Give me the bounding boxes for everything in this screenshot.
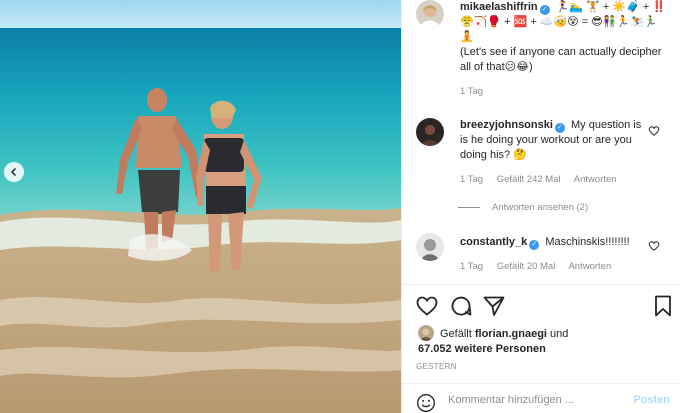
comment-text: constantly_k ✓ Maschinskis!!!!!!!! xyxy=(460,235,652,250)
view-replies-label: Antworten ansehen (2) xyxy=(492,202,589,213)
comment-time[interactable]: 1 Tag xyxy=(460,174,483,185)
beach-photo xyxy=(0,0,401,413)
comment-likes[interactable]: Gefällt 20 Mal xyxy=(497,261,556,272)
share-icon[interactable] xyxy=(482,294,506,318)
likes-summary: Gefällt florian.gnaegi und 67.052 weiter… xyxy=(418,325,568,357)
post-button[interactable]: Posten xyxy=(633,394,670,406)
divider xyxy=(402,383,680,384)
caption-time[interactable]: 1 Tag xyxy=(460,86,483,97)
likes-connector: und xyxy=(550,328,569,340)
likes-prefix: Gefällt xyxy=(440,328,472,340)
verified-badge-icon: ✓ xyxy=(539,5,550,15)
previous-photo-button[interactable] xyxy=(4,162,24,182)
replies-line xyxy=(458,206,480,208)
avatar[interactable] xyxy=(418,325,434,341)
comments-panel: mikaelashiffrin ✓ 🏃‍♀️🏊‍♂️ 🏋️ + ☀️🧳 + ‼️😤… xyxy=(401,0,680,413)
likes-count-link[interactable]: 67.052 weitere Personen xyxy=(418,343,546,355)
verified-badge-icon: ✓ xyxy=(529,240,540,250)
post-photo xyxy=(0,0,401,413)
comment-icon[interactable] xyxy=(449,294,473,318)
heart-icon[interactable] xyxy=(648,240,660,252)
comment-meta: 1 Tag Gefällt 242 Mal Antworten xyxy=(460,174,628,185)
comment-meta: 1 Tag Gefällt 20 Mal Antworten xyxy=(460,261,622,272)
post-date[interactable]: GESTERN xyxy=(416,362,457,371)
comment-likes[interactable]: Gefällt 242 Mal xyxy=(497,174,561,185)
comment-input[interactable] xyxy=(448,394,628,406)
comment-username[interactable]: breezyjohnsonski xyxy=(460,119,553,131)
avatar[interactable] xyxy=(416,118,444,146)
caption-meta: 1 Tag xyxy=(460,86,494,97)
comment-username[interactable]: constantly_k xyxy=(460,236,527,248)
verified-badge-icon: ✓ xyxy=(554,123,565,133)
caption-body: (Let's see if anyone can actually deciph… xyxy=(460,46,662,73)
view-replies-button[interactable]: Antworten ansehen (2) xyxy=(458,202,588,213)
caption-text: mikaelashiffrin ✓ 🏃‍♀️🏊‍♂️ 🏋️ + ☀️🧳 + ‼️😤… xyxy=(460,0,666,75)
avatar[interactable] xyxy=(416,233,444,261)
comment-text: breezyjohnsonski ✓ My question is is he d… xyxy=(460,118,652,163)
chevron-left-icon xyxy=(10,167,17,177)
caption-username[interactable]: mikaelashiffrin xyxy=(460,1,538,13)
comment-time[interactable]: 1 Tag xyxy=(460,261,483,272)
avatar[interactable] xyxy=(416,0,444,28)
divider xyxy=(402,284,680,285)
reply-button[interactable]: Antworten xyxy=(574,174,617,185)
bookmark-icon[interactable] xyxy=(651,294,675,318)
heart-icon[interactable] xyxy=(415,294,439,318)
heart-icon[interactable] xyxy=(648,125,660,137)
reply-button[interactable]: Antworten xyxy=(568,261,611,272)
smiley-icon[interactable] xyxy=(416,393,436,413)
comment-body: Maschinskis!!!!!!!! xyxy=(545,236,630,248)
likes-user-link[interactable]: florian.gnaegi xyxy=(475,328,547,340)
